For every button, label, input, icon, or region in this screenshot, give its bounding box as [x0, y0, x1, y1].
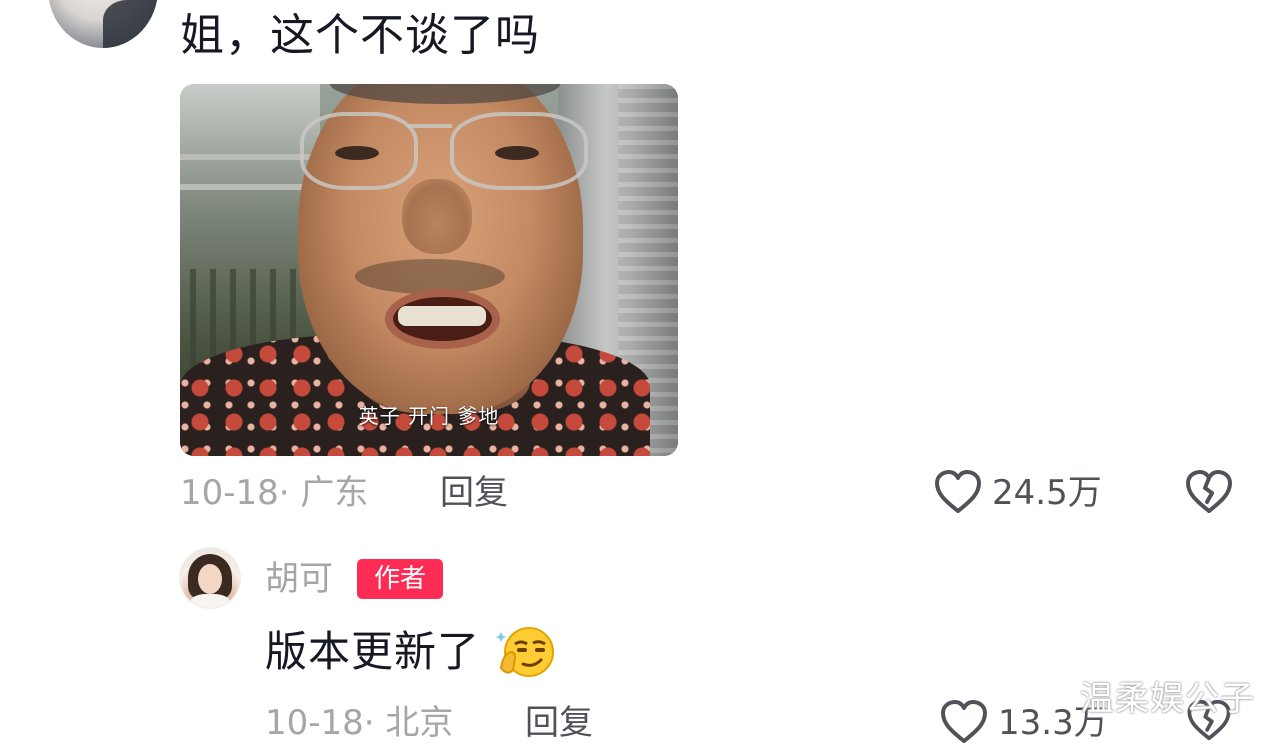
- username[interactable]: 胡可: [265, 558, 333, 600]
- like-button-2[interactable]: [940, 699, 988, 745]
- heart-outline-icon: [941, 700, 987, 743]
- image-subtitle: 英子 开门 爹地: [358, 404, 500, 428]
- broken-heart-icon: [1186, 470, 1232, 513]
- watermark: 温柔娱公子: [1080, 679, 1255, 719]
- like-button[interactable]: [934, 469, 982, 515]
- reply-meta: 10-18· 北京: [265, 703, 453, 743]
- reply-location: · 北京: [363, 703, 454, 743]
- reply-text: 版本更新了: [265, 627, 481, 676]
- author-badge: 作者: [357, 559, 443, 599]
- commenter-avatar[interactable]: [48, 0, 158, 48]
- comment-image[interactable]: 英子 开门 爹地: [180, 84, 678, 456]
- like-count: 24.5万: [992, 473, 1102, 513]
- author-avatar[interactable]: [180, 548, 240, 608]
- comment-date: 10-18: [180, 473, 279, 513]
- comment-meta: 10-18· 广东: [180, 473, 368, 513]
- comment-location: · 广东: [278, 473, 369, 513]
- comment-text: 姐，这个不谈了吗: [180, 10, 540, 61]
- reply-button-2[interactable]: 回复: [525, 703, 593, 743]
- heart-outline-icon: [935, 470, 981, 513]
- reply-button[interactable]: 回复: [440, 473, 508, 513]
- reply-date: 10-18: [265, 703, 364, 743]
- dislike-button[interactable]: [1185, 469, 1233, 515]
- thinking-smirk-emoji: [495, 624, 555, 680]
